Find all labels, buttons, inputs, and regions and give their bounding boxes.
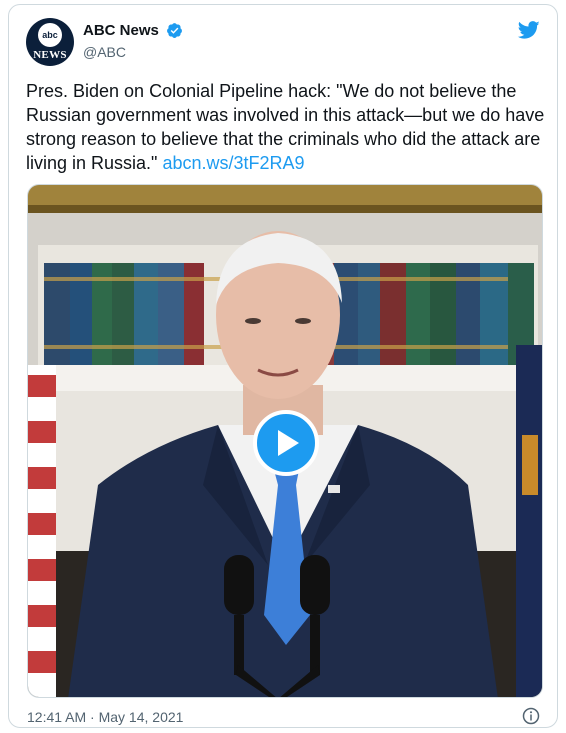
play-button[interactable] xyxy=(253,410,319,476)
author-block[interactable]: ABC News @ABC xyxy=(83,22,183,60)
avatar-logo: abc xyxy=(38,23,62,47)
avatar-wordmark: NEWS xyxy=(33,49,67,61)
play-icon xyxy=(278,430,299,456)
twitter-bird-icon[interactable] xyxy=(517,19,541,41)
avatar[interactable]: abc NEWS xyxy=(26,18,74,66)
tweet-text: Pres. Biden on Colonial Pipeline hack: "… xyxy=(26,79,546,175)
tweet-timestamp[interactable]: 12:41 AM · May 14, 2021 xyxy=(27,709,183,725)
info-icon[interactable] xyxy=(522,707,540,725)
verified-badge-icon xyxy=(167,23,183,39)
tweet-card[interactable]: abc NEWS ABC News @ABC Pres. Biden on Co… xyxy=(8,4,558,728)
author-display-name[interactable]: ABC News xyxy=(83,22,159,39)
author-handle[interactable]: @ABC xyxy=(83,44,183,60)
video-player[interactable] xyxy=(27,184,543,698)
tweet-link[interactable]: abcn.ws/3tF2RA9 xyxy=(162,153,304,173)
